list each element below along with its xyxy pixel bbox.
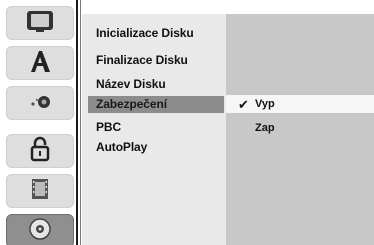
option-off[interactable]: Vyp xyxy=(255,98,275,110)
film-icon xyxy=(25,176,55,207)
sidebar-item-lock[interactable] xyxy=(6,134,74,168)
sidebar-divider-inner xyxy=(80,0,81,245)
setup-screen: Inicializace Disku Finalizace Disku Náze… xyxy=(0,0,374,245)
disc-menu-panel: Inicializace Disku Finalizace Disku Náze… xyxy=(82,14,226,245)
tv-icon xyxy=(25,9,55,38)
menu-item-pbc[interactable]: PBC xyxy=(96,120,121,134)
language-icon xyxy=(25,48,55,79)
sidebar-item-disc[interactable] xyxy=(6,214,74,245)
checkmark-icon: ✔ xyxy=(238,97,249,112)
option-on[interactable]: Zap xyxy=(255,122,275,134)
sidebar-item-display[interactable] xyxy=(6,6,74,40)
menu-item-disc-name[interactable]: Název Disku xyxy=(96,77,166,91)
menu-item-autoplay[interactable]: AutoPlay xyxy=(96,140,147,154)
sidebar-item-recording[interactable] xyxy=(6,174,74,208)
lock-icon xyxy=(25,135,55,168)
sidebar-divider xyxy=(76,0,78,245)
sidebar-item-language[interactable] xyxy=(6,46,74,80)
category-sidebar xyxy=(0,0,78,245)
disc-icon xyxy=(25,216,55,245)
menu-item-disc-protect[interactable]: Zabezpečení xyxy=(88,96,224,113)
audio-icon xyxy=(25,89,55,118)
sidebar-item-audio[interactable] xyxy=(6,86,74,120)
menu-item-disc-finalize[interactable]: Finalizace Disku xyxy=(96,53,188,67)
menu-item-disc-initialize[interactable]: Inicializace Disku xyxy=(96,26,194,40)
options-panel: ✔ Vyp Zap xyxy=(226,14,374,245)
